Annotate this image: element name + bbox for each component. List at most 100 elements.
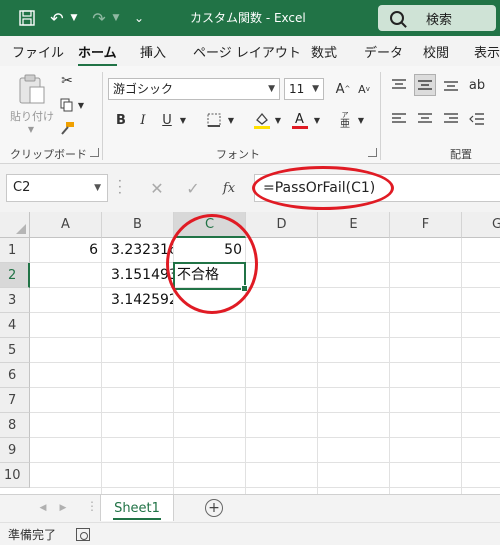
paste-icon[interactable] <box>12 72 52 106</box>
formula-bar-grip-icon[interactable]: · · · <box>118 175 124 199</box>
align-center-icon[interactable] <box>416 110 434 128</box>
tab-page-layout[interactable]: ページ レイアウト <box>193 42 301 61</box>
column-header-b[interactable]: B <box>102 212 174 238</box>
row-header-5[interactable]: 5 <box>0 338 30 363</box>
select-all-corner[interactable] <box>0 212 30 238</box>
row-header-4[interactable]: 4 <box>0 313 30 338</box>
increase-font-icon[interactable]: A ^ <box>334 78 352 100</box>
font-size-dropdown-icon[interactable]: ▼ <box>312 79 319 99</box>
ribbon-tabs: ファイル ホーム 挿入 ページ レイアウト 数式 データ 校閲 表示 <box>0 36 500 67</box>
italic-button[interactable]: I <box>134 110 152 130</box>
redo-dropdown-icon[interactable]: ▼ <box>110 0 122 36</box>
active-cell-border <box>173 262 248 292</box>
row-header-2[interactable]: 2 <box>0 263 30 288</box>
undo-icon[interactable]: ↶ <box>46 0 68 36</box>
font-launcher-icon[interactable] <box>368 148 377 157</box>
fill-color-dropdown-icon[interactable]: ▼ <box>273 114 283 126</box>
undo-dropdown-icon[interactable]: ▼ <box>68 0 80 36</box>
cell-b2[interactable]: 3.151493 <box>108 263 173 288</box>
align-right-icon[interactable] <box>442 110 460 128</box>
grid-line <box>30 287 500 288</box>
sheet-nav-next-icon[interactable]: ▶ <box>56 501 70 515</box>
formula-input[interactable]: =PassOrFail(C1) <box>254 174 500 202</box>
sheet-nav-prev-icon[interactable]: ◀ <box>36 501 50 515</box>
grid-line <box>30 437 500 438</box>
row-header-10[interactable]: 10 <box>0 463 30 488</box>
worksheet-grid[interactable]: A B C D E F G 1 2 3 4 5 6 7 8 9 10 6 3.2… <box>0 212 500 494</box>
copy-icon[interactable] <box>58 96 76 114</box>
underline-dropdown-icon[interactable]: ▼ <box>178 114 188 126</box>
macro-record-icon[interactable] <box>76 528 90 541</box>
cell-b3[interactable]: 3.142592 <box>108 288 173 313</box>
borders-dropdown-icon[interactable]: ▼ <box>226 114 236 126</box>
bold-button[interactable]: B <box>112 110 130 130</box>
row-header-7[interactable]: 7 <box>0 388 30 413</box>
column-header-f[interactable]: F <box>390 212 462 238</box>
grid-line <box>30 362 500 363</box>
name-box[interactable]: C2 ▼ <box>6 174 108 202</box>
clipboard-launcher-icon[interactable] <box>90 148 99 157</box>
search-box[interactable]: 検索 <box>378 5 496 31</box>
font-color-icon[interactable]: A <box>290 108 310 132</box>
align-left-icon[interactable] <box>390 110 408 128</box>
column-header-c[interactable]: C <box>174 212 246 238</box>
row-header-9[interactable]: 9 <box>0 438 30 463</box>
column-header-a[interactable]: A <box>30 212 102 238</box>
paste-dropdown-icon[interactable]: ▼ <box>24 124 38 134</box>
sheet-tab-sheet1[interactable]: Sheet1 <box>100 495 174 521</box>
format-painter-icon[interactable] <box>58 120 76 138</box>
align-bottom-icon[interactable] <box>442 76 460 94</box>
font-name-dropdown-icon[interactable]: ▼ <box>268 79 275 99</box>
save-icon[interactable] <box>14 0 40 36</box>
orientation-icon[interactable]: ab <box>468 76 486 94</box>
enter-icon[interactable]: ✓ <box>182 174 204 202</box>
tab-file[interactable]: ファイル <box>12 42 64 61</box>
column-header-g[interactable]: G <box>462 212 500 238</box>
grid-line <box>101 238 102 494</box>
copy-dropdown-icon[interactable]: ▼ <box>77 99 85 111</box>
font-color-dropdown-icon[interactable]: ▼ <box>312 114 322 126</box>
cut-icon[interactable]: ✂ <box>58 72 76 90</box>
align-top-icon[interactable] <box>390 76 408 94</box>
grid-line <box>30 412 500 413</box>
row-header-8[interactable]: 8 <box>0 413 30 438</box>
decrease-indent-icon[interactable] <box>468 110 486 128</box>
paste-button[interactable]: 貼り付け <box>8 108 56 124</box>
add-sheet-button[interactable]: + <box>205 499 223 517</box>
font-size-combo[interactable]: 11 ▼ <box>284 78 324 100</box>
phonetic-dropdown-icon[interactable]: ▼ <box>356 114 366 126</box>
window-title: カスタム関数 - Excel <box>190 11 306 25</box>
underline-button[interactable]: U <box>158 110 176 130</box>
tab-insert[interactable]: 挿入 <box>140 42 166 61</box>
tab-data[interactable]: データ <box>364 42 403 61</box>
column-header-e[interactable]: E <box>318 212 390 238</box>
cancel-icon[interactable]: ✕ <box>146 174 168 202</box>
fill-color-icon[interactable] <box>252 108 272 132</box>
phonetic-guide-icon[interactable]: ア亜 <box>336 108 354 132</box>
cell-a1[interactable]: 6 <box>30 238 102 263</box>
font-name-combo[interactable]: 游ゴシック ▼ <box>108 78 280 100</box>
insert-function-button[interactable]: fx <box>218 174 240 202</box>
cell-c1[interactable]: 50 <box>174 238 246 263</box>
row-header-6[interactable]: 6 <box>0 363 30 388</box>
grid-line <box>317 238 318 494</box>
tab-review[interactable]: 校閲 <box>423 42 449 61</box>
tab-formulas[interactable]: 数式 <box>311 42 337 61</box>
row-header-1[interactable]: 1 <box>0 238 30 263</box>
redo-icon[interactable]: ↷ <box>88 0 110 36</box>
font-size-value: 11 <box>289 82 305 96</box>
font-name-value: 游ゴシック <box>113 82 174 96</box>
borders-icon[interactable] <box>204 110 224 130</box>
search-icon <box>390 11 404 25</box>
align-middle-icon[interactable] <box>414 74 436 96</box>
cell-b1[interactable]: 3.232316 <box>108 238 173 263</box>
tab-home[interactable]: ホーム <box>78 42 117 67</box>
decrease-font-icon[interactable]: Av <box>356 78 372 100</box>
column-header-d[interactable]: D <box>246 212 318 238</box>
tab-view[interactable]: 表示 <box>474 42 500 61</box>
row-header-3[interactable]: 3 <box>0 288 30 313</box>
ribbon-separator <box>380 72 381 160</box>
grid-line <box>30 487 500 488</box>
customize-qat-icon[interactable]: ⌄ <box>130 0 148 36</box>
name-box-dropdown-icon[interactable]: ▼ <box>94 175 101 201</box>
